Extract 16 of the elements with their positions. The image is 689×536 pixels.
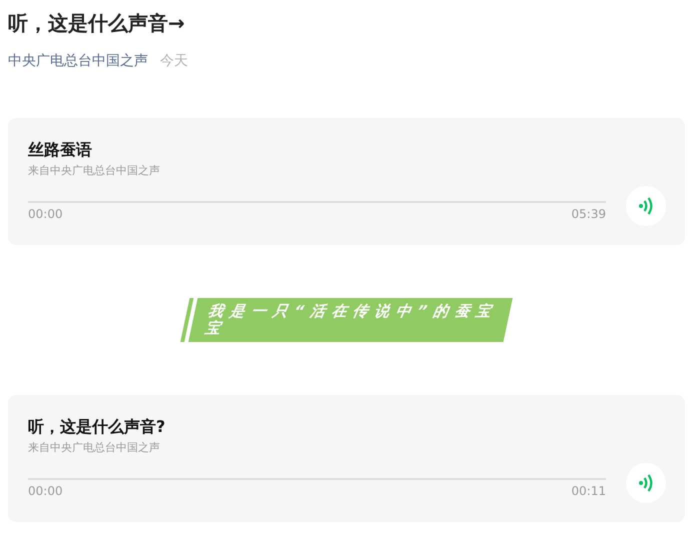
- sound-wave-icon: [638, 473, 654, 493]
- elapsed-time: 00:00: [28, 484, 63, 498]
- article-title: 听，这是什么声音→: [8, 10, 186, 37]
- play-button[interactable]: [626, 186, 666, 226]
- audio-title: 听，这是什么声音?: [28, 416, 166, 438]
- duration-time: 00:11: [571, 484, 606, 498]
- audio-source: 来自中央广电总台中国之声: [28, 440, 161, 455]
- sound-wave-icon: [638, 196, 654, 216]
- audio-source: 来自中央广电总台中国之声: [28, 163, 161, 178]
- play-button[interactable]: [626, 463, 666, 503]
- banner-text: 我是一只“活在传说中”的蚕宝宝: [204, 303, 500, 337]
- audio-title: 丝路蚕语: [28, 139, 93, 161]
- elapsed-time: 00:00: [28, 207, 63, 221]
- publish-date: 今天: [160, 52, 188, 71]
- author-link[interactable]: 中央广电总台中国之声: [8, 51, 148, 71]
- duration-time: 05:39: [571, 207, 606, 221]
